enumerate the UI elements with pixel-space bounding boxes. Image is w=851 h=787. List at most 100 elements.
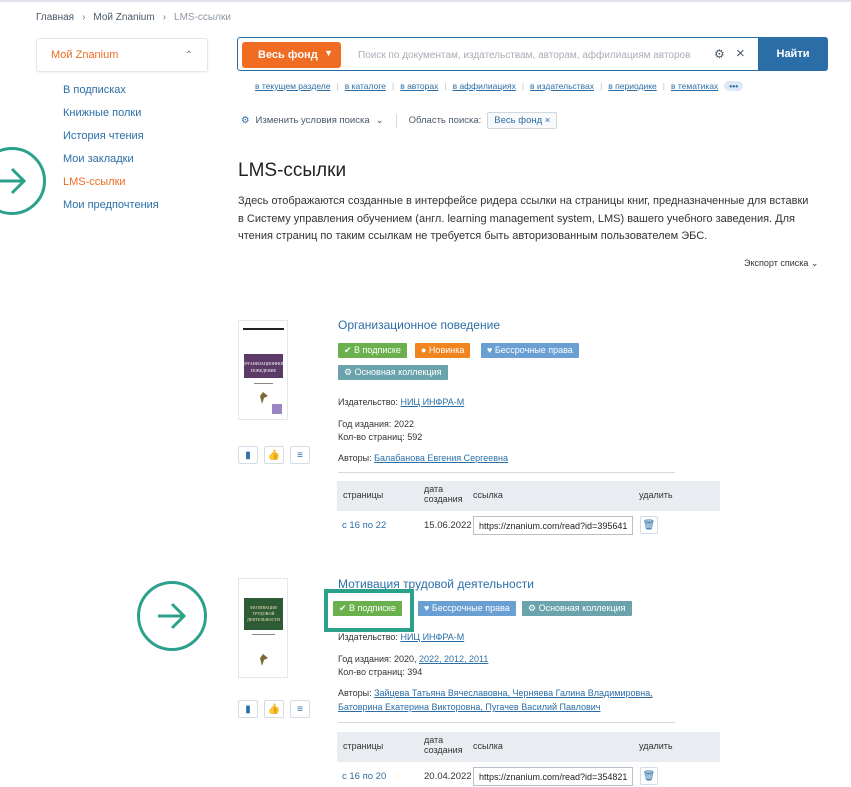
annotation-arrow-icon: [137, 581, 207, 651]
other-years-links[interactable]: 2022, 2012, 2011: [419, 654, 488, 664]
book-pages: Кол-во страниц: 394: [338, 667, 422, 677]
col-link: ссылка: [473, 741, 503, 751]
gear-icon: ⚙: [241, 115, 250, 126]
scope-catalog[interactable]: в каталоге: [345, 81, 386, 91]
breadcrumb: Главная › Мой Znanium › LMS-ссылки: [36, 12, 231, 23]
search-area-value: Весь фонд: [494, 115, 543, 126]
created-date: 20.04.2022: [424, 771, 472, 782]
breadcrumb-separator: ›: [162, 12, 167, 23]
book-authors-cont: Батоврина Екатерина Викторовна, Пугачев …: [338, 702, 600, 712]
like-icon[interactable]: 👍: [264, 446, 284, 464]
like-icon[interactable]: 👍: [264, 700, 284, 718]
sidebar-item-preferences[interactable]: Мои предпочтения: [63, 197, 159, 220]
sidebar-menu: В подписках Книжные полки История чтения…: [63, 82, 159, 220]
badge-main-collection: ⚙ Основная коллекция: [522, 601, 632, 616]
chevron-up-icon[interactable]: ⌃: [185, 50, 193, 61]
book-authors: Авторы: Балабанова Евгения Сергеевна: [338, 453, 508, 463]
trash-icon[interactable]: 🗑: [640, 516, 658, 534]
book-title-link[interactable]: Организационное поведение: [338, 318, 500, 332]
sidebar-item-reading-history[interactable]: История чтения: [63, 128, 159, 151]
svg-text:ОРГАНИЗАЦИОННОЕ: ОРГАНИЗАЦИОННОЕ: [242, 361, 285, 366]
col-pages: страницы: [343, 741, 384, 751]
breadcrumb-current: LMS-ссылки: [174, 12, 231, 23]
add-to-shelf-icon[interactable]: ≡: [290, 446, 310, 464]
add-to-shelf-icon[interactable]: ≡: [290, 700, 310, 718]
sidebar-item-lms-links[interactable]: LMS-ссылки: [63, 174, 159, 197]
author-link[interactable]: Зайцева Татьяна Вячеславовна, Черняева Г…: [374, 688, 653, 698]
search-button[interactable]: Найти: [758, 37, 828, 71]
pages-range-link[interactable]: с 16 по 22: [342, 520, 386, 531]
sidebar-header[interactable]: Мой Znanium ⌃: [36, 38, 208, 72]
search-conditions: ⚙ Изменить условия поиска ⌄ Область поис…: [241, 112, 558, 129]
book-cover[interactable]: ОРГАНИЗАЦИОННОЕ ПОВЕДЕНИЕ: [238, 320, 288, 420]
read-book-icon[interactable]: ▮: [238, 446, 258, 464]
annotation-arrow-icon: [0, 147, 46, 215]
author-link[interactable]: Батоврина Екатерина Викторовна, Пугачев …: [338, 702, 600, 712]
lms-link-field[interactable]: [473, 516, 633, 535]
book-cover-image: ОРГАНИЗАЦИОННОЕ ПОВЕДЕНИЕ: [242, 324, 285, 418]
search-scope-links: в текущем разделе | в каталоге | в авторах…: [255, 81, 744, 91]
breadcrumb-separator: ›: [82, 12, 86, 23]
change-conditions-link[interactable]: Изменить условия поиска: [256, 115, 370, 126]
close-icon[interactable]: ×: [545, 115, 551, 126]
table-header: страницы дата создания ссылка удалить: [337, 732, 720, 762]
col-delete: удалить: [639, 741, 673, 751]
scope-current-section[interactable]: в текущем разделе: [255, 81, 330, 91]
top-divider: [0, 0, 851, 2]
scope-more-button[interactable]: •••: [724, 81, 744, 91]
read-book-icon[interactable]: ▮: [238, 700, 258, 718]
sidebar-header-label: Мой Znanium: [51, 49, 119, 61]
lms-link-field[interactable]: [473, 767, 633, 786]
search-area-label: Область поиска:: [408, 115, 482, 126]
pages-label: Кол-во страниц:: [338, 432, 405, 442]
pages-range-link[interactable]: с 16 по 20: [342, 771, 386, 782]
search-input[interactable]: [358, 46, 718, 64]
scope-affiliations[interactable]: в аффилиациях: [453, 81, 516, 91]
search-bar: Весь фонд ▼ ⚙ × Найти: [237, 37, 828, 71]
col-pages: страницы: [343, 490, 384, 500]
close-icon[interactable]: ×: [736, 45, 745, 62]
sidebar-item-bookmarks[interactable]: Мои закладки: [63, 151, 159, 174]
chevron-down-icon: ⌄: [375, 115, 384, 126]
fund-select-button[interactable]: Весь фонд ▼: [242, 42, 341, 68]
badge-main-collection: ⚙ Основная коллекция: [338, 365, 448, 380]
export-list-button[interactable]: Экспорт списка ⌄: [744, 258, 818, 269]
scope-periodicals[interactable]: в периодике: [608, 81, 656, 91]
year-value: 2020,: [393, 654, 417, 664]
breadcrumb-home[interactable]: Главная: [36, 12, 74, 23]
chevron-down-icon: ▼: [324, 48, 333, 58]
col-created: дата создания: [424, 735, 463, 755]
badge-perpetual-rights: ♥ Бессрочные права: [418, 601, 516, 616]
table-row: с 16 по 22 15.06.2022 🗑: [337, 511, 720, 541]
gear-icon[interactable]: ⚙: [714, 47, 725, 61]
breadcrumb-my-znanium[interactable]: Мой Znanium: [93, 12, 154, 23]
book-year: Год издания: 2020, 2022, 2012, 2011: [338, 654, 488, 664]
scope-topics[interactable]: в тематиках: [671, 81, 718, 91]
book-cover[interactable]: МОТИВАЦИЯ ТРУДОВОЙ ДЕЯТЕЛЬНОСТИ: [238, 578, 288, 678]
author-link[interactable]: Балабанова Евгения Сергеевна: [374, 453, 508, 463]
table-row: с 16 по 20 20.04.2022 🗑: [337, 762, 720, 787]
authors-label: Авторы:: [338, 688, 372, 698]
publisher-label: Издательство:: [338, 632, 398, 642]
year-label: Год издания:: [338, 654, 392, 664]
sidebar-item-subscriptions[interactable]: В подписках: [63, 82, 159, 105]
svg-text:ДЕЯТЕЛЬНОСТИ: ДЕЯТЕЛЬНОСТИ: [247, 617, 280, 622]
col-link: ссылка: [473, 490, 503, 500]
book-cover-image: МОТИВАЦИЯ ТРУДОВОЙ ДЕЯТЕЛЬНОСТИ: [242, 582, 285, 676]
book-publisher: Издательство: НИЦ ИНФРА-М: [338, 397, 464, 407]
scope-authors[interactable]: в авторах: [400, 81, 438, 91]
publisher-link[interactable]: НИЦ ИНФРА-М: [400, 397, 464, 407]
trash-icon[interactable]: 🗑: [640, 767, 658, 785]
book-publisher: Издательство: НИЦ ИНФРА-М: [338, 632, 464, 642]
divider: [338, 722, 675, 723]
sidebar-item-bookshelves[interactable]: Книжные полки: [63, 105, 159, 128]
book-pages: Кол-во страниц: 592: [338, 432, 422, 442]
col-created: дата создания: [424, 484, 463, 504]
divider: [338, 472, 675, 473]
scope-publishers[interactable]: в издательствах: [530, 81, 594, 91]
publisher-link[interactable]: НИЦ ИНФРА-М: [400, 632, 464, 642]
svg-text:ПОВЕДЕНИЕ: ПОВЕДЕНИЕ: [251, 368, 277, 373]
pages-label: Кол-во страниц:: [338, 667, 405, 677]
lms-links-table: страницы дата создания ссылка удалить с 1…: [337, 732, 720, 787]
divider: [395, 113, 397, 128]
